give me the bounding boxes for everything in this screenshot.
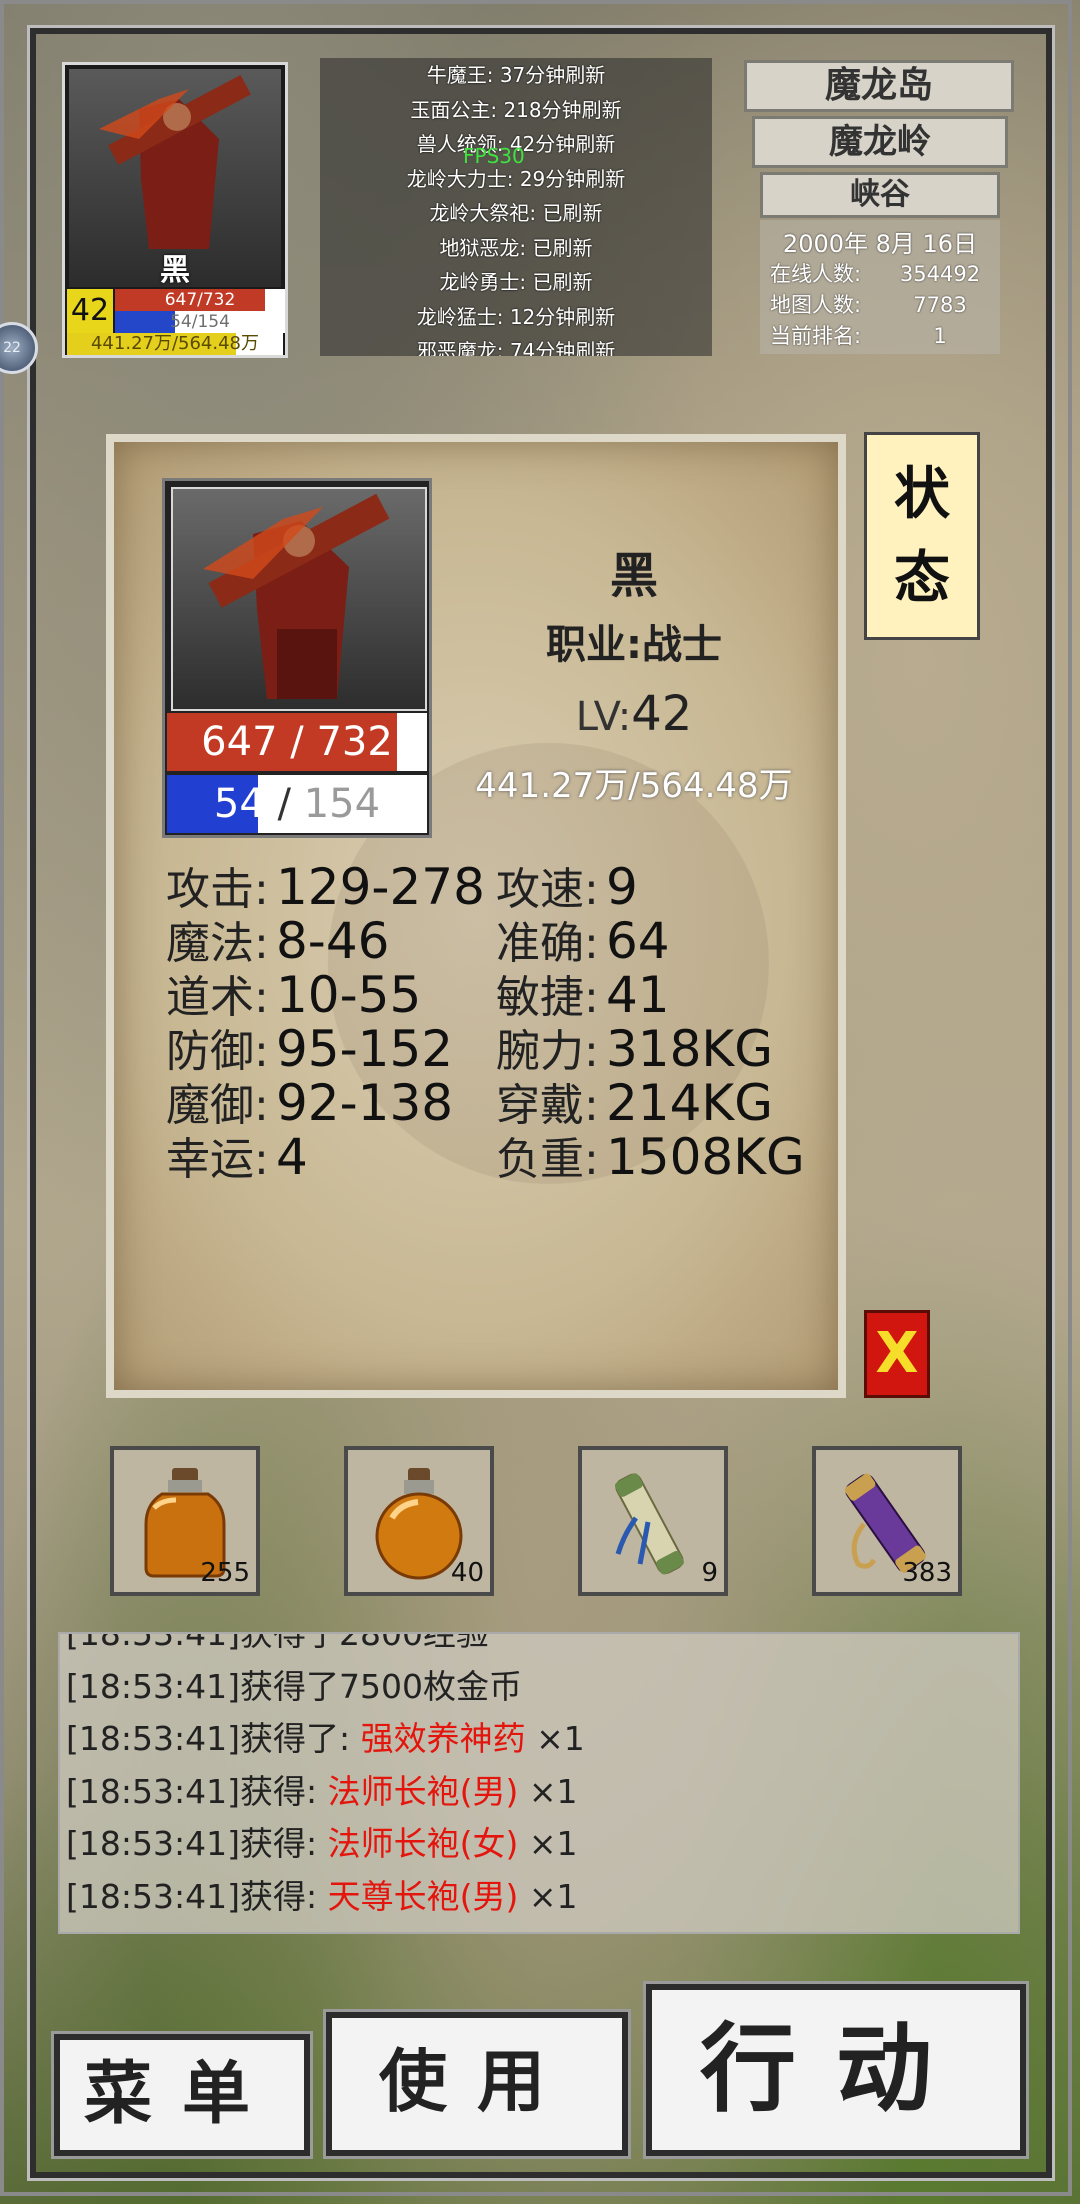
- stat-label: 幸运:: [166, 1134, 269, 1185]
- character-level: LV:42: [514, 686, 754, 742]
- warrior-portrait-icon: [171, 487, 427, 711]
- attribute-table: 攻击: 129-278 攻速: 9 魔法: 8-46 准确: 64 道术: 10-55 敏…: [166, 858, 826, 1186]
- log-entry: [18:53:41]获得: 法师长袍(男) ×1: [60, 1766, 1018, 1819]
- log-entry: [18:53:41]获得: 法师长袍(女) ×1: [60, 1818, 1018, 1871]
- status-hp-text: 647 / 732: [167, 713, 427, 771]
- player-name: 黑: [160, 253, 190, 288]
- hp-current: 647: [201, 719, 278, 765]
- character-portrait-frame: 647 / 732 54 / 154: [162, 478, 432, 838]
- player-hp-bar: 647/732: [115, 289, 285, 311]
- action-button[interactable]: 行动: [643, 1981, 1029, 2159]
- mp-current: 54: [213, 781, 265, 827]
- teleport-scroll-icon: [614, 1473, 684, 1575]
- log-quantity: ×1: [518, 1824, 578, 1863]
- log-quantity: ×1: [518, 1771, 578, 1811]
- log-entry: [18:53:41]获得了: 强效养神药 ×1: [60, 1713, 1018, 1766]
- message-log[interactable]: [18:53:41]获得了2800经验 [18:53:41]获得了7500枚金币…: [58, 1632, 1020, 1934]
- game-date: 2000年 8月 16日: [782, 230, 978, 258]
- log-text: [18:53:41]获得了2800经验: [66, 1632, 489, 1653]
- hp-text: 647/732: [164, 290, 236, 310]
- stat-value: 1508KG: [606, 1128, 805, 1186]
- boss-row: 龙岭猛士: 12分钟刷新: [416, 304, 616, 329]
- hp-max: 732: [316, 719, 393, 765]
- status-hp-bar: 647 / 732: [167, 713, 427, 771]
- player-exp-bar: 441.27万/564.48万: [67, 333, 283, 355]
- tab-status[interactable]: 状 态: [864, 432, 980, 640]
- mp-max: 154: [303, 781, 381, 827]
- boss-refresh-list[interactable]: 牛魔王: 37分钟刷新 玉面公主: 218分钟刷新 兽人统领: 42分钟刷新 龙…: [320, 58, 712, 356]
- log-entry: [18:53:41]获得了7500枚金币: [60, 1661, 1018, 1714]
- level-label: LV:: [575, 694, 632, 740]
- status-mp-bar: 54 / 154: [167, 775, 427, 833]
- stat-row: 魔御: 92-138 穿戴: 214KG: [166, 1074, 826, 1132]
- log-text: [18:53:41]获得:: [66, 1876, 328, 1916]
- log-text: [18:53:41]获得:: [66, 1824, 328, 1863]
- use-button[interactable]: 使用: [323, 2009, 631, 2159]
- stat-row: 攻击: 129-278 攻速: 9: [166, 858, 826, 916]
- stat-row: 魔法: 8-46 准确: 64: [166, 912, 826, 970]
- log-quantity: ×1: [518, 1876, 578, 1916]
- boss-row: 牛魔王: 37分钟刷新: [426, 63, 606, 87]
- log-entry: [18:53:41]获得了2800经验: [60, 1632, 1018, 1661]
- online-label: 在线人数:: [770, 262, 862, 286]
- log-item: 法师长袍(男): [327, 1771, 519, 1811]
- player-card[interactable]: 黑 42 647/732 54/154 441.27万/564.48万: [62, 62, 288, 358]
- online-value: 354492: [899, 262, 981, 286]
- mp-separator: /: [277, 781, 292, 827]
- item-slot[interactable]: 383: [812, 1446, 962, 1596]
- map-label: 地图人数:: [770, 293, 862, 317]
- stat-row: 防御: 95-152 腕力: 318KG: [166, 1020, 826, 1078]
- rank-row: 当前排名: 1: [760, 321, 1000, 352]
- stat-row: 幸运: 4 负重: 1508KG: [166, 1128, 826, 1186]
- log-item: 法师长袍(女): [327, 1824, 519, 1863]
- mp-text: 54/154: [170, 312, 230, 332]
- log-text: [18:53:41]获得了7500枚金币: [66, 1666, 522, 1706]
- hp-separator: /: [290, 719, 304, 765]
- stat-row: 道术: 10-55 敏捷: 41: [166, 966, 826, 1024]
- rank-value: 1: [933, 324, 947, 348]
- tab-status-label-1: 状: [894, 462, 950, 527]
- item-count: 255: [200, 1558, 250, 1588]
- player-level: 42: [67, 289, 113, 333]
- log-text: [18:53:41]获得:: [66, 1771, 328, 1811]
- tab-status-label-2: 态: [894, 546, 950, 611]
- map-value: 7783: [913, 293, 967, 317]
- online-count-row: 在线人数: 354492: [760, 259, 1000, 290]
- close-button[interactable]: X: [864, 1310, 930, 1398]
- area-name: 魔龙岭: [752, 116, 1008, 168]
- zone-name: 峡谷: [760, 172, 1000, 218]
- log-item: 强效养神药: [360, 1719, 526, 1758]
- item-slot[interactable]: 40: [344, 1446, 494, 1596]
- boss-row: 地狱恶龙: 已刷新: [439, 235, 593, 260]
- fps-counter: FPS30: [463, 144, 525, 168]
- item-count: 40: [450, 1558, 484, 1588]
- server-info: 2000年 8月 16日 在线人数: 354492 地图人数: 7783 当前排…: [760, 220, 1000, 354]
- player-mp-bar: 54/154: [115, 311, 285, 333]
- status-mp-text: 54 / 154: [167, 775, 427, 833]
- stat-value: 4: [276, 1128, 308, 1186]
- item-slot[interactable]: 9: [578, 1446, 728, 1596]
- item-count: 383: [902, 1558, 952, 1588]
- exp-text: 441.27万/564.48万: [90, 333, 260, 354]
- character-exp: 441.27万/564.48万: [475, 766, 793, 806]
- log-entry: [18:53:41]获得: 天尊长袍(男) ×1: [60, 1871, 1018, 1924]
- rank-label: 当前排名:: [770, 324, 862, 348]
- region-name: 魔龙岛: [744, 60, 1014, 112]
- boss-row: 龙岭大祭祀: 已刷新: [429, 201, 603, 225]
- boss-row: 邪恶魔龙: 74分钟刷新: [416, 339, 616, 356]
- character-class: 职业:战士: [546, 622, 722, 668]
- menu-button[interactable]: 菜单: [51, 2031, 313, 2159]
- status-panel: 647 / 732 54 / 154 黑 职业:战士 LV:42 441.27万…: [106, 434, 846, 1398]
- item-count: 9: [701, 1558, 718, 1588]
- log-text: [18:53:41]获得了:: [66, 1719, 361, 1758]
- character-name: 黑: [609, 548, 658, 604]
- stat-label: 负重:: [496, 1134, 599, 1185]
- map-count-row: 地图人数: 7783: [760, 290, 1000, 321]
- log-item: 天尊长袍(男): [327, 1876, 519, 1916]
- level-value: 42: [631, 686, 693, 742]
- item-slot[interactable]: 255: [110, 1446, 260, 1596]
- boss-row: 龙岭勇士: 已刷新: [439, 270, 593, 294]
- log-quantity: ×1: [525, 1719, 585, 1758]
- boss-row: 玉面公主: 218分钟刷新: [410, 97, 622, 122]
